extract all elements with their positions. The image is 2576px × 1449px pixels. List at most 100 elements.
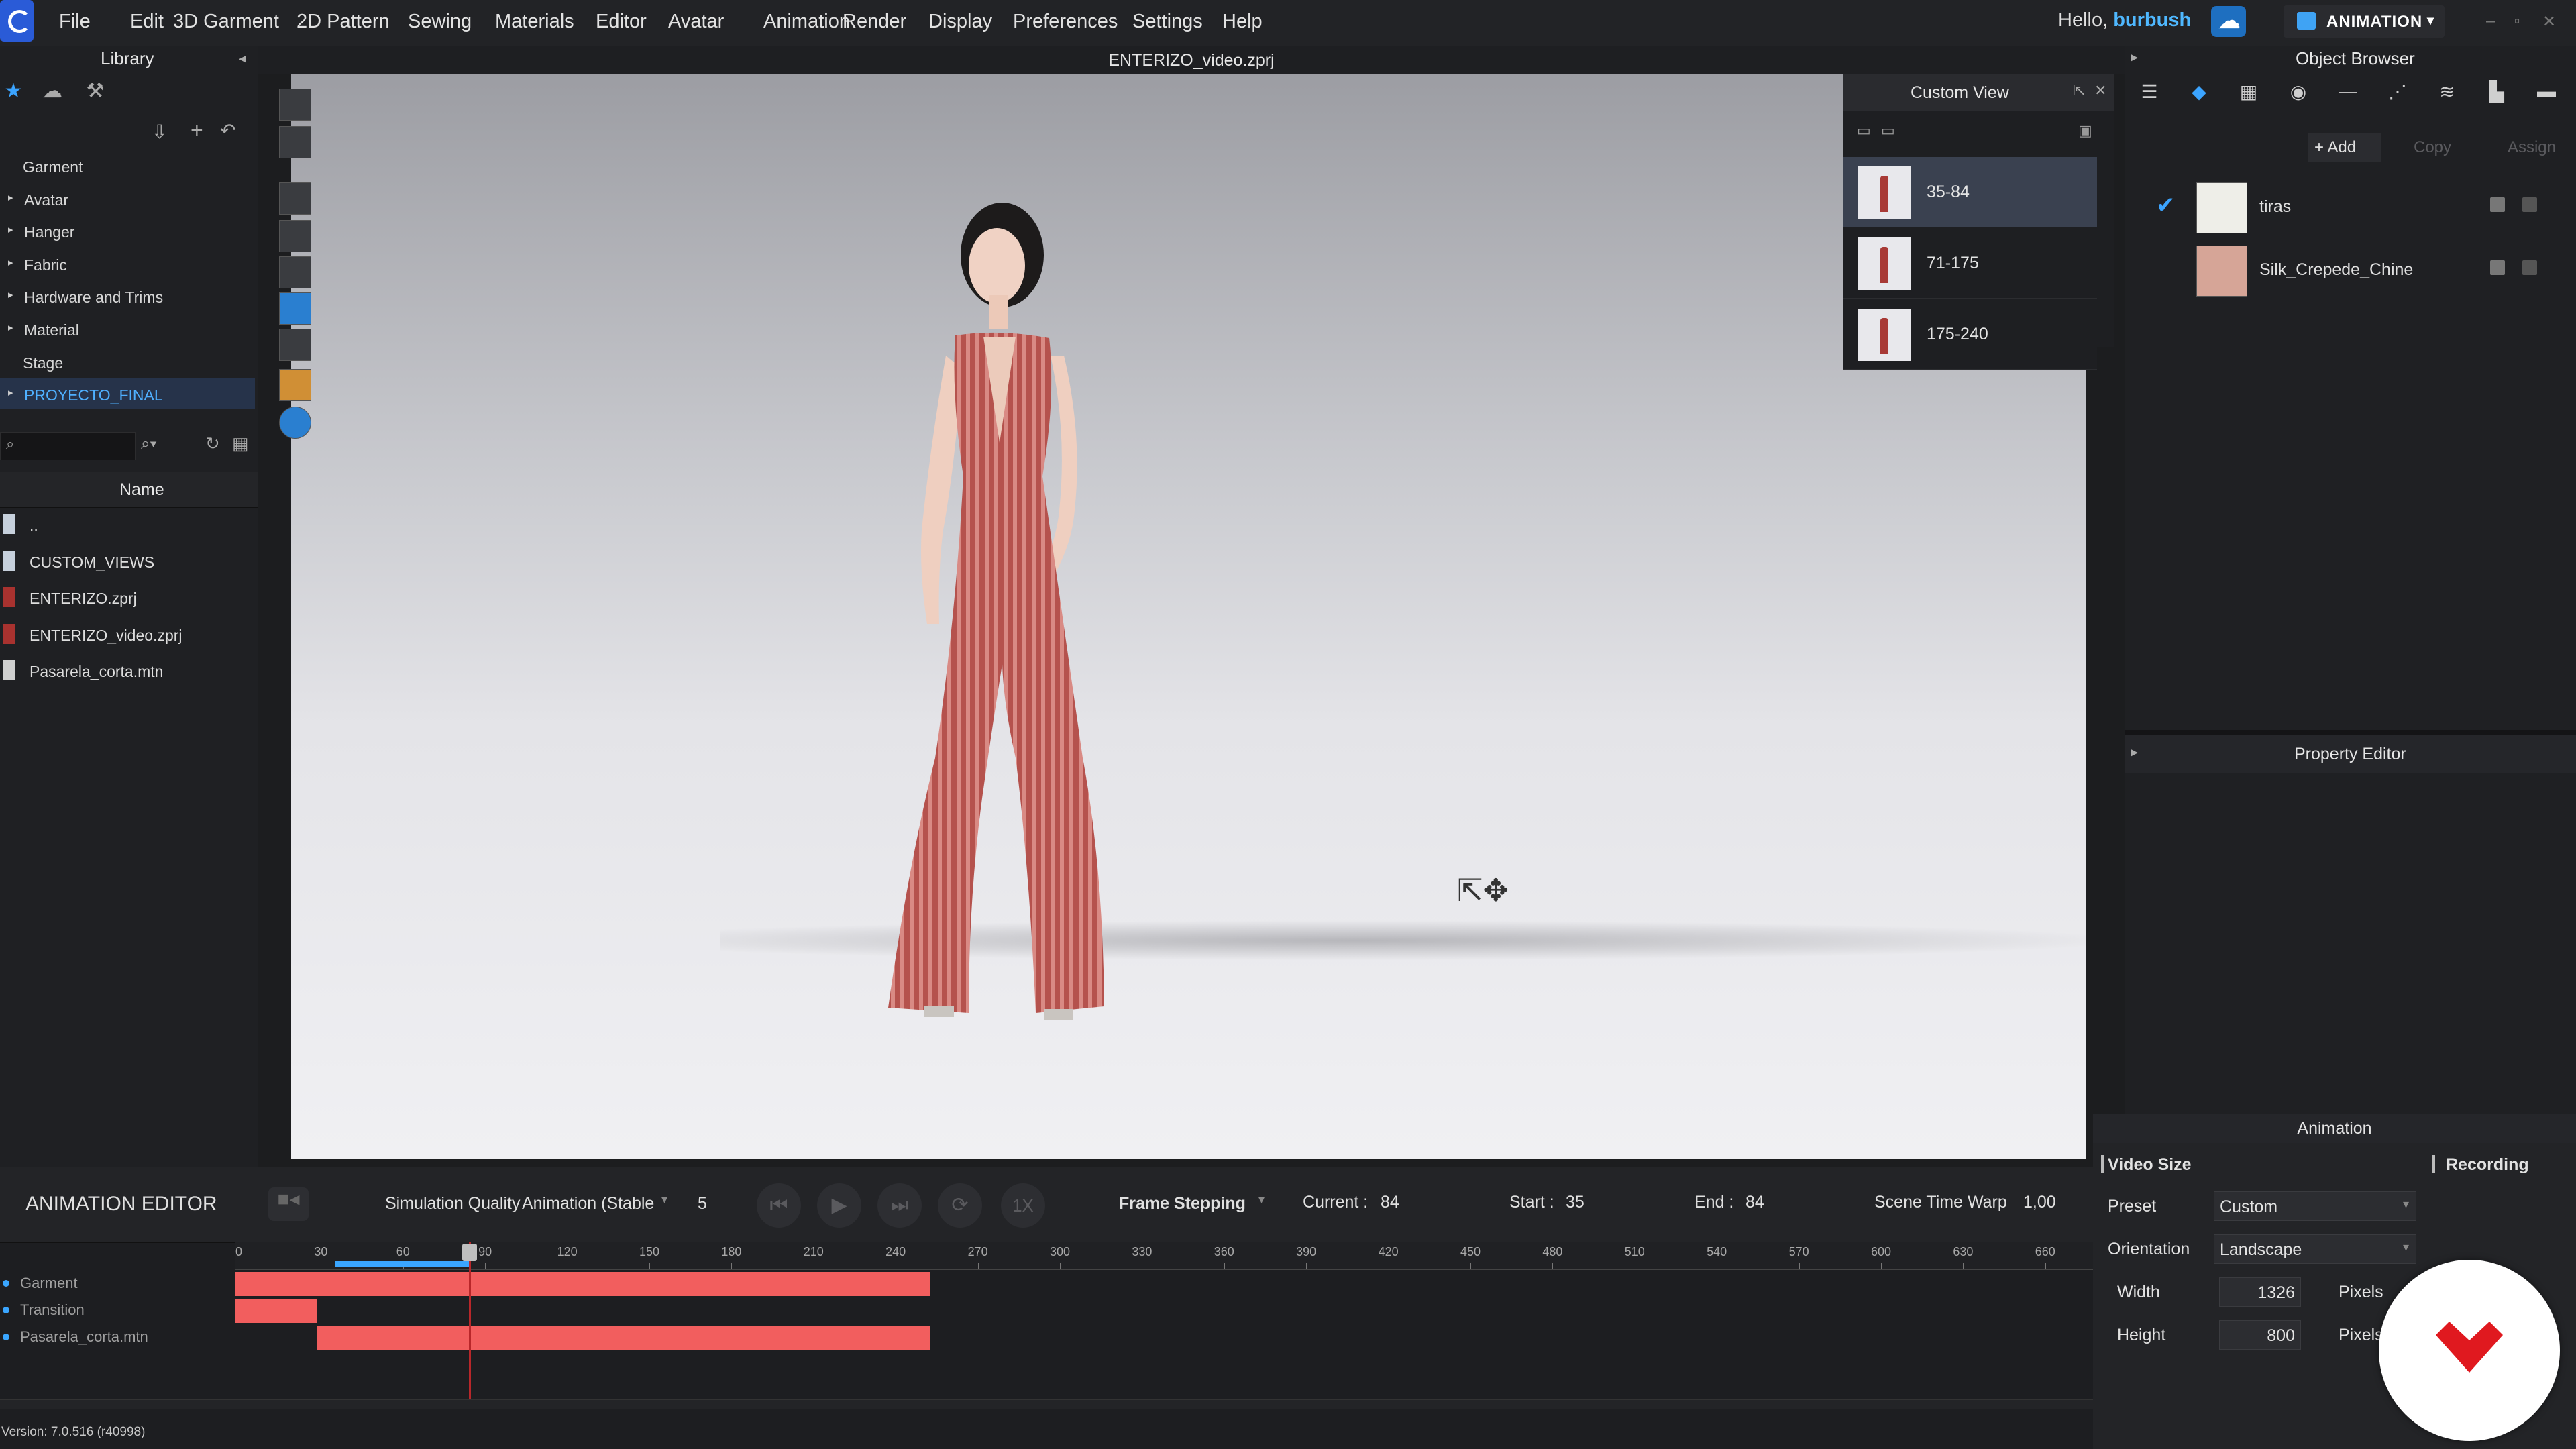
menu-item-animation[interactable]: Animation	[763, 11, 850, 33]
playhead-handle[interactable]	[462, 1244, 477, 1261]
pin-tool-icon[interactable]	[279, 329, 311, 361]
search-options-icon[interactable]: ⌕▾	[141, 435, 157, 453]
timeline-scrollbar[interactable]	[0, 1399, 2093, 1409]
material-visibility-icon[interactable]	[2490, 197, 2505, 212]
library-category-garment[interactable]: Garment	[0, 150, 255, 181]
graphic-icon[interactable]: ▦	[2235, 80, 2262, 107]
library-category-hardware-and-trims[interactable]: ▸ Hardware and Trims	[0, 280, 255, 311]
menu-item-display[interactable]: Display	[928, 11, 992, 33]
expand-arrow-icon[interactable]: ▸	[8, 288, 13, 301]
add-material-button[interactable]: + Add	[2308, 133, 2381, 162]
buttonhole-icon[interactable]: —	[2334, 80, 2361, 107]
button-icon[interactable]: ◉	[2285, 80, 2312, 107]
expand-arrow-icon[interactable]: ▸	[8, 321, 13, 333]
current-frame-input[interactable]: 84	[1377, 1187, 1483, 1217]
menu-item-editor[interactable]: Editor	[596, 11, 647, 33]
timeline-ruler[interactable]: 0 30 60 90 120 150 180 210 240 270 300 330 360 390 420…	[235, 1242, 2093, 1270]
favorites-star-icon[interactable]: ★	[0, 79, 27, 106]
grid-view-icon[interactable]: ▦	[232, 433, 249, 454]
material-lock-icon[interactable]	[2522, 260, 2537, 275]
library-search-input[interactable]: ⌕	[0, 432, 136, 460]
steps-stepper[interactable]: 5	[691, 1189, 745, 1218]
file-list-item[interactable]: ENTERIZO_video.zprj	[0, 617, 258, 653]
environment-icon[interactable]	[279, 407, 311, 439]
app-logo-icon[interactable]	[0, 0, 34, 42]
avatar-view-icon[interactable]	[279, 256, 311, 288]
file-list-item[interactable]: CUSTOM_VIEWS	[0, 544, 258, 580]
width-input[interactable]: 1326	[2219, 1277, 2301, 1307]
light-icon[interactable]	[279, 369, 311, 401]
track-clip-bar[interactable]	[235, 1272, 930, 1296]
end-frame-input[interactable]: 84	[1740, 1187, 1846, 1217]
list-icon[interactable]: ☰	[2136, 80, 2163, 107]
add-icon[interactable]: +	[191, 118, 203, 143]
library-category-material[interactable]: ▸ Material	[0, 313, 255, 344]
library-category-stage[interactable]: Stage	[0, 346, 255, 377]
camera-view-icon[interactable]	[279, 292, 311, 325]
custom-view-item[interactable]: 175-240	[1843, 299, 2097, 370]
measure-icon[interactable]: ▬	[2533, 80, 2560, 107]
material-visibility-icon[interactable]	[2490, 260, 2505, 275]
file-list-item[interactable]: ENTERIZO.zprj	[0, 580, 258, 616]
play-icon[interactable]: ▶	[817, 1183, 861, 1228]
skip-back-icon[interactable]: ⏮	[757, 1183, 801, 1228]
track-clip-bar[interactable]	[235, 1299, 317, 1323]
zipper-icon[interactable]: ≋	[2434, 80, 2461, 107]
trim-icon[interactable]: ▙	[2483, 80, 2510, 107]
track-clip-bar[interactable]	[317, 1326, 930, 1350]
frame-mode-dropdown[interactable]: Frame Stepping ▾	[1116, 1189, 1277, 1218]
fabric-icon[interactable]: ◆	[2186, 80, 2212, 107]
username-link[interactable]: burbush	[2113, 9, 2191, 31]
menu-item-3d-garment[interactable]: 3D Garment	[173, 11, 279, 33]
cloud-icon[interactable]	[2211, 6, 2246, 37]
fabric-view-icon[interactable]	[279, 220, 311, 252]
material-item[interactable]: ✔ tiras	[2145, 176, 2575, 237]
pin-icon[interactable]: ▸	[2131, 48, 2138, 66]
library-category-fabric[interactable]: ▸ Fabric	[0, 248, 255, 279]
skip-forward-icon[interactable]: ⏭	[877, 1183, 922, 1228]
speed-button[interactable]: 1X	[1001, 1183, 1045, 1228]
height-input[interactable]: 800	[2219, 1320, 2301, 1350]
menu-item-avatar[interactable]: Avatar	[668, 11, 724, 33]
maximize-icon[interactable]: ▫	[2514, 12, 2532, 30]
expand-arrow-icon[interactable]: ▸	[8, 256, 13, 268]
library-category-proyecto-final[interactable]: ▸ PROYECTO_FINAL	[0, 378, 255, 410]
play-range-indicator[interactable]	[334, 1261, 469, 1267]
start-frame-input[interactable]: 35	[1563, 1187, 1669, 1217]
expand-arrow-icon[interactable]: ▸	[8, 191, 13, 203]
preset-dropdown[interactable]: Custom ▾	[2214, 1191, 2416, 1221]
texture-view-icon[interactable]	[279, 182, 311, 215]
3d-viewport[interactable]: ⇱✥	[291, 74, 2086, 1159]
file-list-item[interactable]: ..	[0, 507, 258, 543]
custom-view-item[interactable]: 35-84	[1843, 157, 2097, 227]
library-category-hanger[interactable]: ▸ Hanger	[0, 215, 255, 246]
cloud-library-icon[interactable]: ☁	[39, 79, 66, 106]
record-icon[interactable]: ■◂	[268, 1187, 309, 1221]
custom-view-item[interactable]: 71-175	[1843, 228, 2097, 299]
mode-switcher[interactable]: ANIMATION ▾	[2284, 5, 2445, 38]
menu-item-settings[interactable]: Settings	[1132, 11, 1203, 33]
library-category-avatar[interactable]: ▸ Avatar	[0, 183, 255, 214]
tools-icon[interactable]: ⚒	[82, 79, 109, 106]
menu-item-preferences[interactable]: Preferences	[1013, 11, 1118, 33]
expand-arrow-icon[interactable]: ▸	[8, 386, 13, 398]
menu-item-file[interactable]: File	[59, 11, 91, 33]
close-icon[interactable]: ✕	[2542, 12, 2560, 31]
topstitch-icon[interactable]: ⋰	[2384, 80, 2411, 107]
name-column-header[interactable]: Name	[119, 480, 164, 500]
menu-item-sewing[interactable]: Sewing	[408, 11, 472, 33]
camera-capture-icon[interactable]: ▣	[2078, 122, 2092, 140]
close-icon[interactable]: ✕	[2094, 82, 2106, 99]
menu-item-help[interactable]: Help	[1222, 11, 1263, 33]
download-icon[interactable]: ⇩	[152, 121, 167, 143]
display-garment-icon[interactable]	[279, 126, 311, 158]
pin-icon[interactable]: ▸	[2131, 743, 2138, 761]
time-warp-input[interactable]: 1,00	[2019, 1187, 2086, 1217]
quality-dropdown[interactable]: Animation (Stable ▾	[521, 1189, 682, 1218]
refresh-icon[interactable]: ↻	[205, 433, 220, 454]
loop-icon[interactable]: ⟳	[938, 1183, 982, 1228]
expand-arrow-icon[interactable]: ▸	[8, 223, 13, 235]
copy-material-button[interactable]: Copy	[2399, 133, 2466, 162]
pin-icon[interactable]: ◂	[239, 50, 246, 67]
menu-item-materials[interactable]: Materials	[495, 11, 574, 33]
